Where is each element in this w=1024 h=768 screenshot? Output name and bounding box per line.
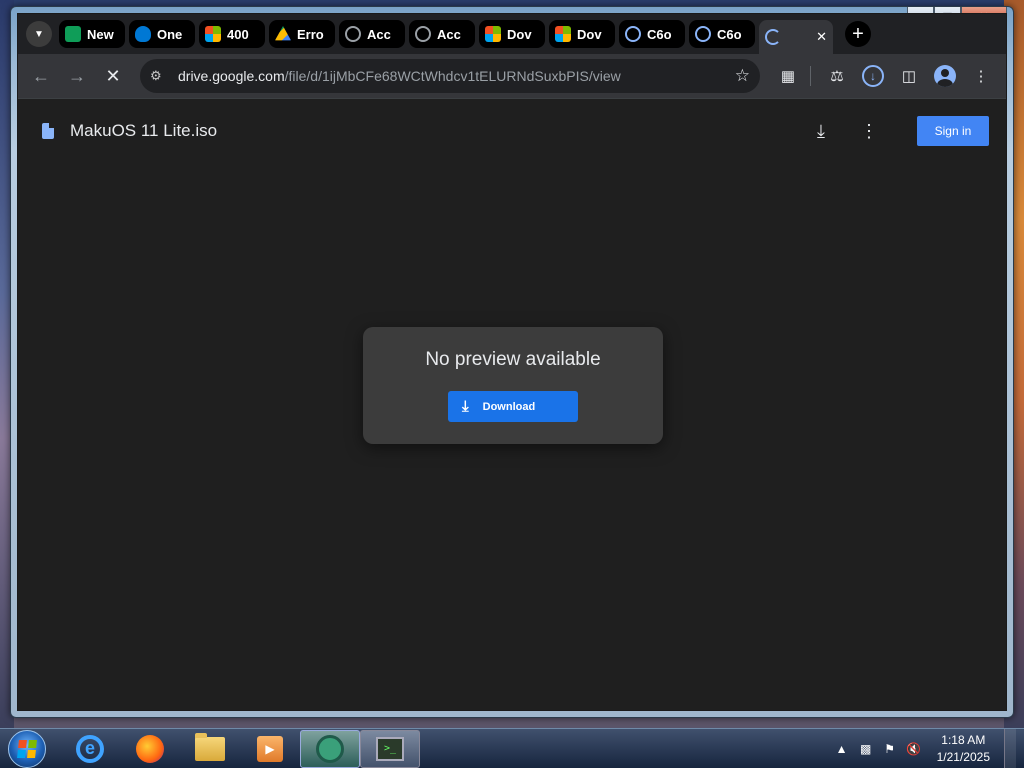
more-actions-icon[interactable]: ⋮ [849,111,889,151]
taskbar-terminal[interactable]: >_ [360,729,420,768]
tab-6[interactable]: Dov [479,20,545,48]
tab-1[interactable]: One [129,20,195,48]
download-button[interactable]: ⤓ Download [448,391,578,422]
tab-0[interactable]: New [59,20,125,48]
tab-3[interactable]: Erro [269,20,335,48]
no-preview-card: No preview available ⤓ Download [363,327,663,444]
loading-spinner-icon [765,29,781,45]
gear-logo-icon [695,26,711,42]
chrome-browser: ▼ New One 400 Erro Acc Acc Dov Dov C6o C6o ✕ + ← … [17,13,1007,711]
microsoft-icon [485,26,501,42]
tab-9[interactable]: C6o [689,20,755,48]
tabs-list: New One 400 Erro Acc Acc Dov Dov C6o C6o [59,20,759,48]
tab-4[interactable]: Acc [339,20,405,48]
back-button[interactable]: ← [26,61,56,91]
network-icon[interactable]: ▩ [855,742,877,756]
tab-5[interactable]: Acc [409,20,475,48]
tab-label: New [87,26,114,42]
drive-viewer: MakuOS 11 Lite.iso ⤓ ⋮ Sign in No previe… [18,98,1006,710]
extensions-icon[interactable]: ▦ [772,60,804,92]
gear-logo-icon [625,26,641,42]
tab-label: Erro [297,26,324,42]
internet-explorer-icon: e [76,734,104,763]
microsoft-icon [555,26,571,42]
file-icon [42,123,54,139]
new-tab-button[interactable]: + [845,21,871,47]
action-center-flag-icon[interactable]: ⚑ [879,742,901,756]
tab-8[interactable]: C6o [619,20,685,48]
tab-label: 400 [227,26,249,42]
doc-header: MakuOS 11 Lite.iso ⤓ ⋮ Sign in [18,99,1006,163]
google-sheets-icon [65,26,81,42]
tab-label: One [157,26,183,42]
show-hidden-icons-arrow[interactable]: ▲ [831,742,853,756]
tab-2[interactable]: 400 [199,20,265,48]
terminal-icon: >_ [376,736,404,761]
tab-7[interactable]: Dov [549,20,615,48]
system-clock[interactable]: 1:18 AM 1/21/2025 [937,732,990,766]
onedrive-icon [135,26,151,42]
stop-loading-button[interactable]: ✕ [98,61,128,91]
firefox-icon [136,734,164,763]
labs-flask-icon[interactable]: ⚖ [821,60,853,92]
start-button[interactable] [8,729,46,768]
taskbar-internet-explorer[interactable]: e [60,730,120,768]
tab-label: Acc [437,26,461,42]
taskbar: e ▶ >_ ▲ ▩ ⚑ 🔇 1:18 AM 1/21/2025 [0,728,1024,768]
header-actions: ⤓ ⋮ Sign in [801,111,989,151]
download-label: Download [482,400,536,413]
close-tab-icon[interactable]: ✕ [816,29,827,45]
taskbar-media-player[interactable]: ▶ [240,730,300,768]
tab-label: Dov [507,26,532,42]
browser-app-icon [316,734,344,763]
media-player-icon: ▶ [257,735,283,762]
download-icon[interactable]: ⤓ [801,111,841,151]
show-desktop-button[interactable] [1004,728,1016,768]
download-arrow-icon: ⤓ [462,398,469,415]
system-tray: ▲ ▩ ⚑ 🔇 1:18 AM 1/21/2025 [831,728,1024,768]
chevron-down-icon: ▼ [34,28,44,40]
site-info-icon[interactable]: ⚙ [150,68,168,84]
bookmark-star-icon[interactable]: ☆ [735,66,750,86]
side-panel-icon[interactable]: ◫ [893,60,925,92]
downloads-icon[interactable]: ↓ [857,60,889,92]
volume-muted-icon[interactable]: 🔇 [903,742,925,756]
file-title: MakuOS 11 Lite.iso [70,121,218,140]
clock-date: 1/21/2025 [936,749,990,764]
tab-search-button[interactable]: ▼ [26,21,52,47]
toolbar-divider [810,66,811,86]
url-host: drive.google.com [178,68,285,84]
tab-label: Dov [577,26,602,42]
sign-in-button[interactable]: Sign in [917,116,989,146]
taskbar-file-explorer[interactable] [180,730,240,768]
tab-active[interactable]: ✕ [759,20,833,54]
globe-icon [415,26,431,42]
profile-avatar[interactable] [929,60,961,92]
address-bar[interactable]: ⚙ drive.google.com/file/d/1ijMbCFe68WCtW… [140,59,760,93]
google-drive-icon [275,26,291,41]
url-path: /file/d/1ijMbCFe68WCtWhdcv1tELURNdSuxbPI… [284,68,621,84]
navigation-toolbar: ← → ✕ ⚙ drive.google.com/file/d/1ijMbCFe… [18,54,1006,98]
taskbar-chrome-active[interactable] [300,729,360,768]
globe-icon [345,26,361,42]
folder-icon [195,732,225,761]
windows-logo-icon [17,739,37,758]
microsoft-icon [205,26,221,42]
clock-time: 1:18 AM [941,732,986,747]
forward-button[interactable]: → [62,61,92,91]
taskbar-firefox[interactable] [120,730,180,768]
avatar [934,65,956,87]
tab-label: C6o [717,26,742,42]
tab-label: C6o [647,26,672,42]
browser-window: – □ ✕ ▼ NewOne400ErroAccAccDovDovC6oC6o … [10,6,1014,718]
tab-strip: ▼ New One 400 Erro Acc Acc Dov Dov C6o C6o ✕ + [18,14,1006,54]
chrome-menu-icon[interactable]: ⋮ [965,60,997,92]
no-preview-message: No preview available [425,349,601,370]
tab-label: Acc [367,26,391,42]
